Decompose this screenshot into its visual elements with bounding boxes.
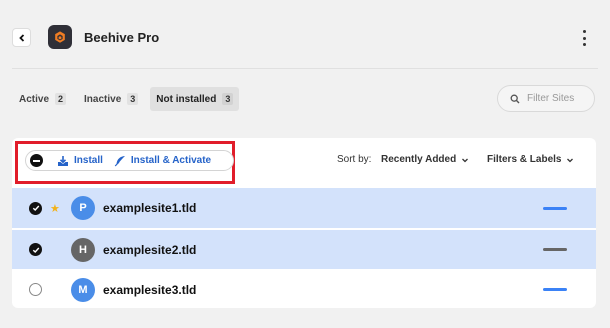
tab-not-installed[interactable]: Not installed 3 [150, 87, 240, 111]
filters-labels-label: Filters & Labels [487, 154, 562, 165]
feather-icon [114, 155, 125, 166]
search-icon [510, 94, 520, 103]
filters-labels-dropdown[interactable]: Filters & Labels [487, 154, 574, 165]
kebab-menu-icon[interactable] [578, 30, 590, 46]
sort-label: Sort by: [337, 154, 372, 165]
status-indicator [543, 248, 567, 251]
select-all-checkbox[interactable] [30, 154, 43, 167]
chevron-left-icon [18, 33, 24, 42]
site-name[interactable]: examplesite2.tld [103, 243, 196, 257]
chevron-down-icon [567, 158, 574, 162]
bulk-toolbar: Install Install & Activate Sort by: Rece… [12, 138, 596, 188]
site-name[interactable]: examplesite3.tld [103, 283, 196, 297]
sort-dropdown[interactable]: Recently Added [381, 154, 469, 165]
chevron-down-icon [462, 158, 469, 162]
status-tabs: Active 2 Inactive 3 Not installed 3 [13, 87, 240, 111]
filter-sites-input[interactable]: Filter Sites [497, 85, 595, 112]
install-download-icon [58, 155, 68, 166]
install-button[interactable]: Install [57, 155, 103, 167]
install-activate-button[interactable]: Install & Activate [114, 155, 211, 167]
page-title: Beehive Pro [84, 30, 160, 45]
tab-count: 2 [55, 93, 67, 105]
row-checkbox[interactable] [29, 283, 42, 296]
site-row[interactable]: H examplesite2.tld [12, 229, 596, 269]
tab-label: Not installed [156, 93, 217, 105]
tab-label: Inactive [84, 93, 122, 105]
sites-panel: Install Install & Activate Sort by: Rece… [12, 138, 596, 308]
checkmark-icon [32, 205, 39, 212]
tab-active[interactable]: Active 2 [13, 87, 72, 111]
bulk-actions: Install Install & Activate [25, 150, 234, 171]
app-header: Beehive Pro [0, 0, 610, 70]
install-label: Install [74, 155, 103, 166]
tab-label: Active [19, 93, 50, 105]
row-checkbox[interactable] [29, 201, 42, 215]
beehive-logo-icon [48, 25, 72, 49]
avatar: M [71, 277, 95, 302]
star-icon[interactable]: ★ [50, 202, 60, 215]
site-row[interactable]: ★ P examplesite1.tld [12, 188, 596, 228]
header-divider [12, 68, 598, 69]
back-button[interactable] [12, 28, 31, 47]
status-indicator [543, 206, 567, 210]
status-indicator [543, 288, 567, 291]
sort-value: Recently Added [381, 154, 457, 165]
avatar: P [71, 196, 95, 220]
checkmark-icon [32, 247, 39, 253]
tab-count: 3 [222, 93, 234, 105]
tab-inactive[interactable]: Inactive 3 [78, 87, 144, 111]
tab-count: 3 [127, 93, 139, 105]
filter-placeholder: Filter Sites [527, 93, 575, 104]
site-name[interactable]: examplesite1.tld [103, 201, 196, 215]
row-checkbox[interactable] [29, 243, 42, 256]
avatar: H [71, 237, 95, 262]
install-activate-label: Install & Activate [130, 155, 212, 166]
site-row[interactable]: M examplesite3.tld [12, 269, 596, 308]
